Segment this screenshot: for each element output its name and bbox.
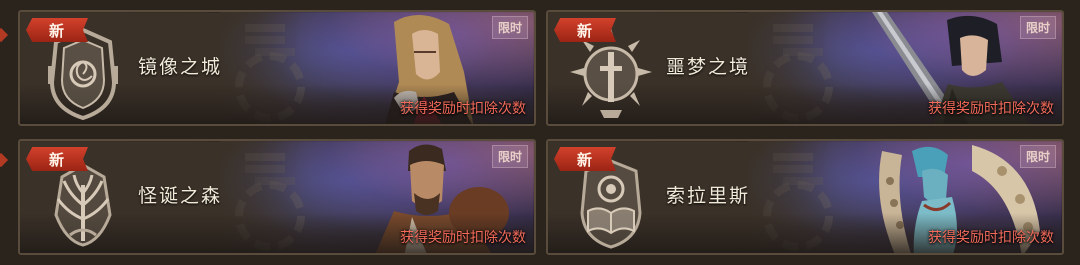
reward-deduction-note: 获得奖励时扣除次数 — [928, 101, 1054, 117]
dungeon-title: 噩梦之境 — [666, 56, 751, 78]
dungeon-card-grotesque-forest[interactable]: 新 怪诞之森 限时 获得奖励时扣除次数 — [18, 139, 536, 255]
limited-time-tag: 限时 — [491, 145, 528, 168]
new-badge: 新 — [554, 18, 616, 42]
side-marker-bottom — [0, 152, 9, 168]
side-marker-top — [0, 27, 9, 43]
reward-deduction-note: 获得奖励时扣除次数 — [400, 230, 526, 246]
dungeon-title: 镜像之城 — [138, 56, 223, 78]
new-badge: 新 — [554, 147, 616, 171]
limited-time-tag: 限时 — [1019, 16, 1056, 39]
dungeon-card-nightmare-realm[interactable]: 新 噩梦之境 限时 获得奖励时扣除次数 — [546, 10, 1064, 126]
dungeon-card-mirror-city[interactable]: 新 镜像之城 限时 获得奖励时扣除次数 — [18, 10, 536, 126]
dungeon-title: 怪诞之森 — [138, 185, 223, 207]
limited-time-tag: 限时 — [491, 16, 528, 39]
dungeon-title: 索拉里斯 — [666, 185, 751, 207]
dungeon-card-solaris[interactable]: 新 索拉里斯 限时 获得奖励时扣除次数 — [546, 139, 1064, 255]
reward-deduction-note: 获得奖励时扣除次数 — [400, 101, 526, 117]
new-badge: 新 — [26, 18, 88, 42]
reward-deduction-note: 获得奖励时扣除次数 — [928, 230, 1054, 246]
limited-time-tag: 限时 — [1019, 145, 1056, 168]
new-badge: 新 — [26, 147, 88, 171]
